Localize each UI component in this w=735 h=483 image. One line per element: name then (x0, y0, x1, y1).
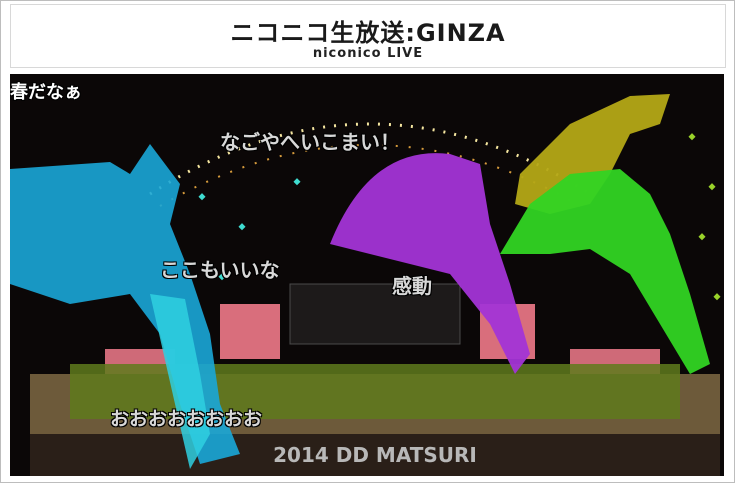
comment-item: ここもいいな (160, 258, 280, 282)
comment-item: 感動 (392, 274, 432, 298)
comment-item: おおおおおおおお (110, 408, 263, 430)
comment-item: 春だなぁ (10, 82, 82, 103)
comment-item: なごやへいこまい！ (220, 130, 400, 154)
stage-pink-panel-left (220, 304, 280, 359)
site-logo-title[interactable]: ニコニコ生放送:GINZA (11, 13, 725, 48)
video-player[interactable]: 2014 DD MATSURI 春だなぁ なごやへいこまい！ ここもいいな 感動… (10, 74, 724, 476)
banner-text: 2014 DD MATSURI (273, 443, 477, 467)
site-logo-subtitle: niconico LIVE (312, 46, 424, 61)
center-truss (289, 283, 461, 345)
site-header: ニコニコ生放送:GINZA niconico LIVE (10, 4, 726, 68)
